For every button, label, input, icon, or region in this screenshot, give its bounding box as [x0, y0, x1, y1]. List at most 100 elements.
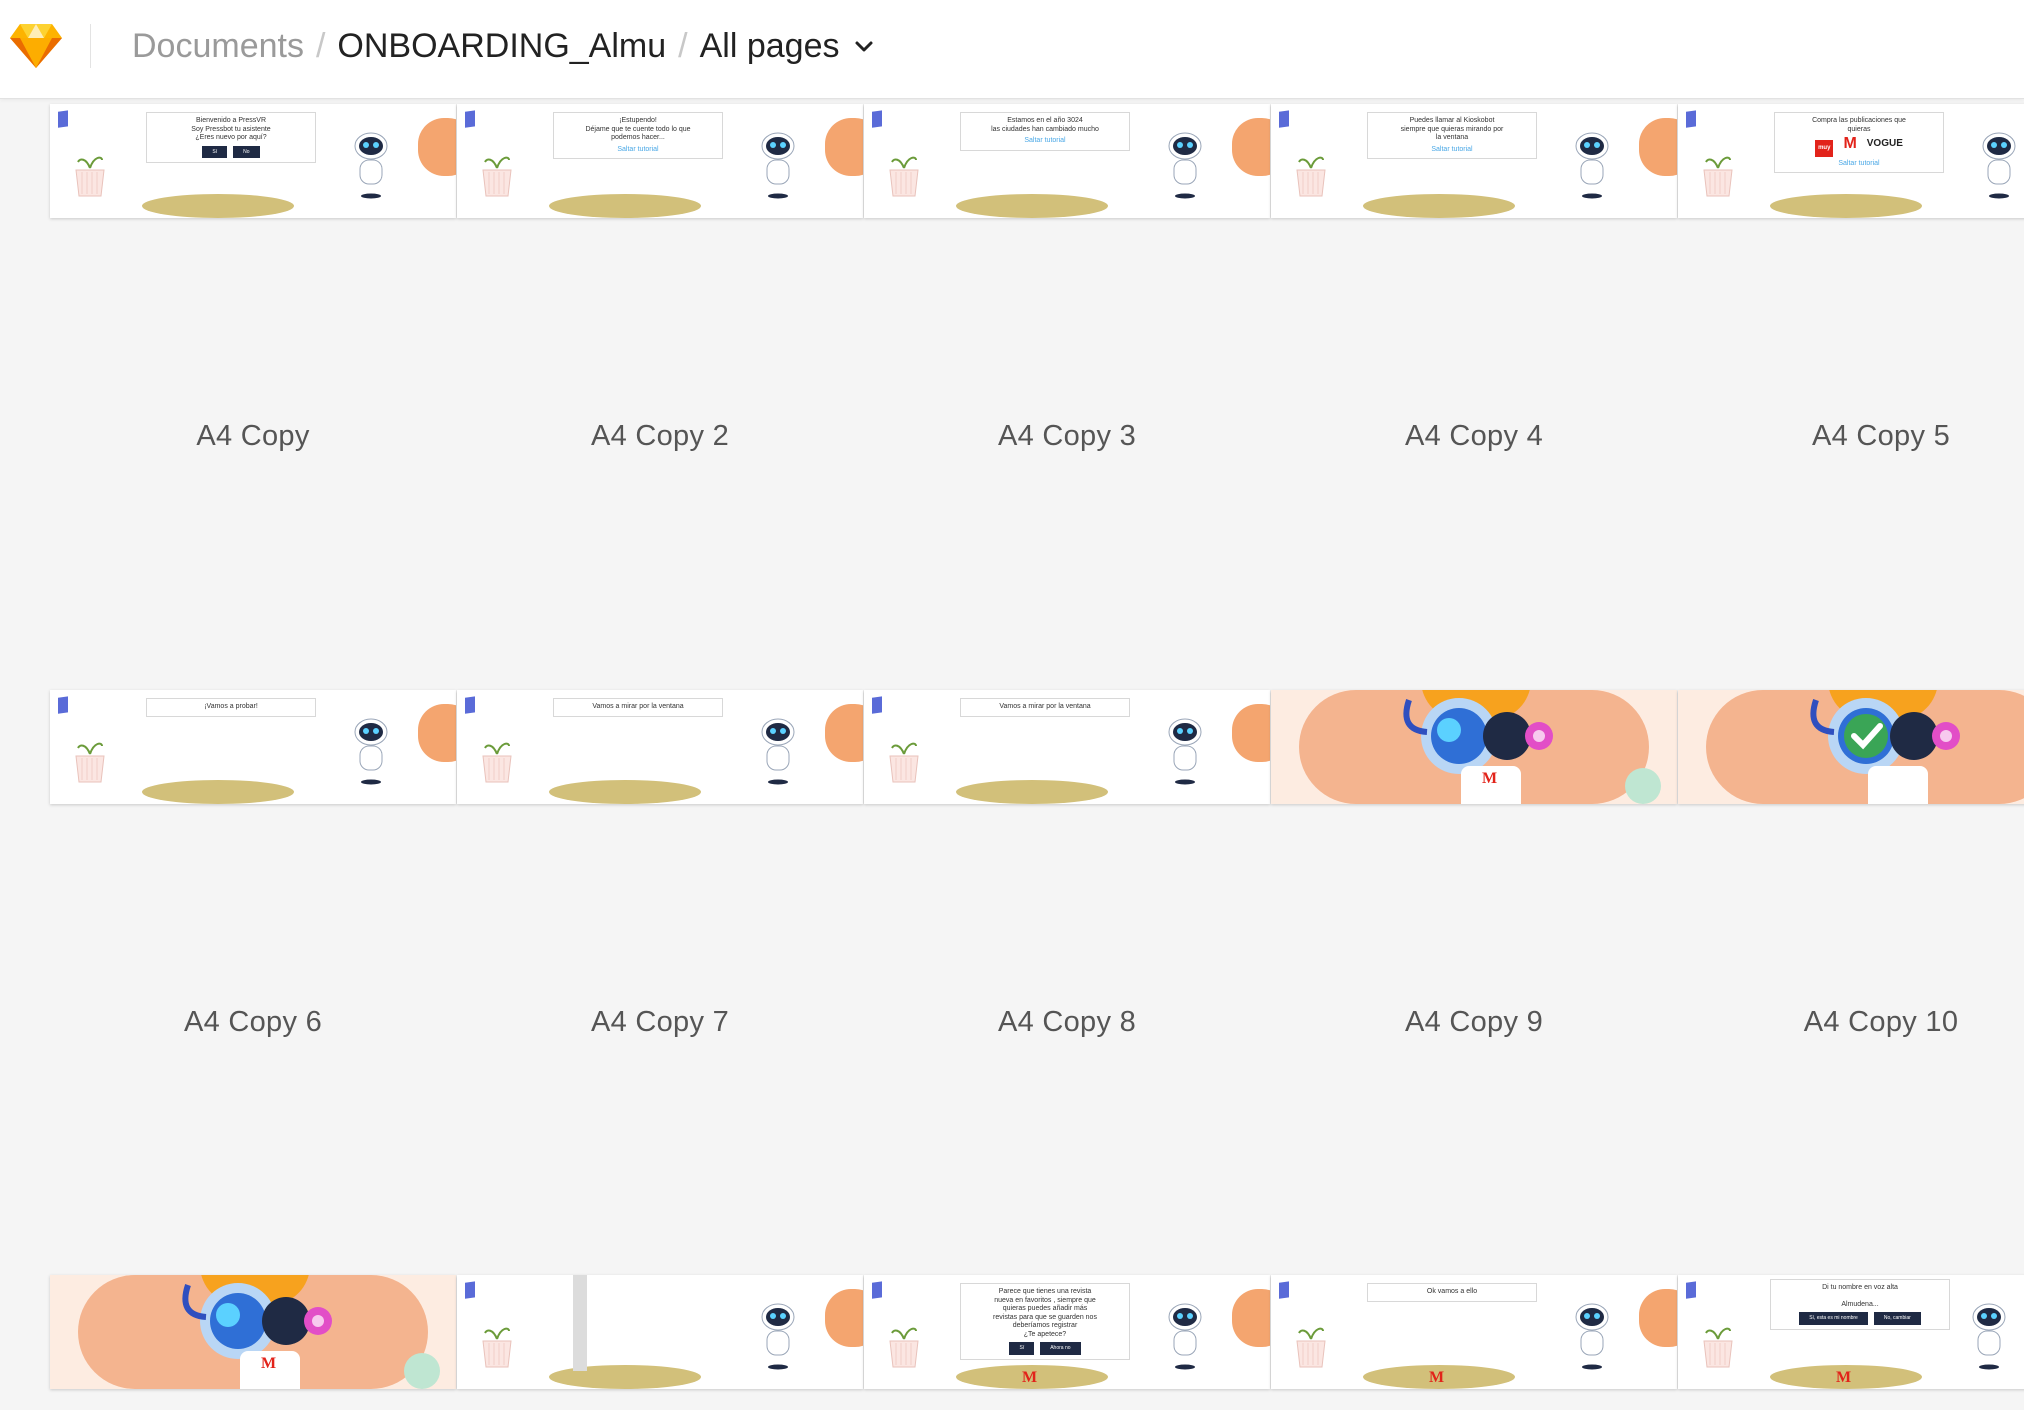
plant-pot-icon — [889, 156, 919, 197]
artboard-thumbnail[interactable]: Parece que tienes una revista nueva en fa… — [864, 1275, 1270, 1389]
bubble-text-line: nueva en favoritos , siempre que — [994, 1296, 1096, 1304]
window-decoration — [1232, 1289, 1270, 1347]
top-bar: Documents / ONBOARDING_Almu / All pages — [0, 0, 2024, 99]
pressbot-robot-icon — [1168, 132, 1202, 199]
skip-tutorial-link: Saltar tutorial — [1431, 145, 1473, 153]
artboard-thumbnail[interactable]: ¡Estupendo! Déjame que te cuente todo lo … — [457, 104, 863, 218]
skip-tutorial-link: Saltar tutorial — [617, 145, 659, 153]
kiosk-scene — [1678, 690, 2024, 804]
artboard-thumbnail[interactable]: Ok vamos a ello M — [1271, 1275, 1677, 1389]
bubble-text-line: Déjame que te cuente todo lo que — [585, 125, 691, 133]
artboard-thumbnail[interactable]: Puedes llamar al Kioskobot siempre que qu… — [1271, 104, 1677, 218]
artboard-thumbnail[interactable]: Estamos en el año 3024 las ciudades han c… — [864, 104, 1270, 218]
artboard-label[interactable]: A4 Copy 4 — [1271, 420, 1677, 453]
pressbot-robot-icon — [1168, 1303, 1202, 1370]
artboard-thumbnail[interactable] — [1678, 690, 2024, 804]
plant-pot-icon — [1703, 1327, 1733, 1368]
magazine-logo: muy — [1815, 140, 1834, 157]
book-icon — [1686, 1281, 1696, 1299]
artboard-thumbnail[interactable]: ¡Vamos a probar! — [50, 690, 456, 804]
breadcrumb: Documents / ONBOARDING_Almu / All pages — [132, 22, 875, 70]
artboard-grid: Bienvenido a PressVR Soy Pressbot tu asis… — [0, 0, 2024, 1410]
artboard-label[interactable]: A4 Copy 7 — [457, 1006, 863, 1039]
bubble-text-line: Estamos en el año 3024 — [1007, 117, 1083, 124]
bubble-text-line: revistas para que se guarden nos — [993, 1313, 1097, 1321]
speech-bubble: Vamos a mirar por la ventana — [553, 698, 723, 717]
book-icon — [1686, 110, 1696, 128]
bubble-text-line: la ventana — [1435, 134, 1469, 141]
bubble-text-line: Compra las publicaciones que — [1812, 117, 1906, 124]
sketch-logo-icon[interactable] — [8, 16, 64, 72]
bubble-text-line: Di tu nombre en voz alta — [1822, 1284, 1898, 1291]
window-decoration — [1232, 118, 1270, 176]
brand-badge: M — [1429, 1369, 1445, 1386]
window-decoration — [825, 1289, 863, 1347]
bubble-text-line: Parece que tienes una revista — [998, 1288, 1092, 1295]
bubble-text-line — [1776, 1293, 1944, 1301]
bubble-text-line: Almudena... — [1841, 1300, 1879, 1308]
window-decoration — [418, 704, 456, 762]
bubble-text-line: quieras puedes añadir más — [1002, 1305, 1088, 1312]
speech-bubble: Bienvenido a PressVR Soy Pressbot tu asis… — [146, 112, 316, 163]
plant-pot-icon — [482, 156, 512, 197]
skip-tutorial-link: Saltar tutorial — [1838, 159, 1880, 167]
book-icon — [872, 1281, 882, 1299]
kiosk-scene: M — [50, 1275, 456, 1389]
artboard-label[interactable]: A4 Copy 5 — [1678, 420, 2024, 453]
artboard-label[interactable]: A4 Copy 2 — [457, 420, 863, 453]
pressbot-robot-icon — [761, 718, 795, 785]
plant-pot-icon — [889, 742, 919, 783]
magazine-logo: VOGUE — [1866, 138, 1903, 149]
bubble-buttons: Sí No — [152, 145, 310, 158]
bubble-text-line: Ok vamos a ello — [1426, 1288, 1478, 1295]
window-decoration — [825, 118, 863, 176]
magazine-logo: M — [1843, 135, 1857, 152]
bubble-text-line: Bienvenido a PressVR — [195, 117, 267, 124]
floor-ellipse — [142, 780, 294, 804]
artboard-label[interactable]: A4 Copy 9 — [1271, 1006, 1677, 1039]
breadcrumb-separator: / — [315, 26, 326, 65]
pole-decoration — [573, 1275, 587, 1371]
artboard-label[interactable]: A4 Copy — [50, 420, 456, 453]
book-icon — [1279, 110, 1289, 128]
plant-pot-icon — [1703, 156, 1733, 197]
pages-dropdown[interactable]: All pages — [700, 27, 876, 66]
floor-ellipse — [549, 194, 701, 218]
artboard-thumbnail[interactable]: M — [50, 1275, 456, 1389]
pressbot-robot-icon — [1575, 132, 1609, 199]
artboard-label[interactable]: A4 Copy 10 — [1678, 1006, 2024, 1039]
artboard-thumbnail[interactable] — [457, 1275, 863, 1389]
artboard-thumbnail[interactable]: M — [1271, 690, 1677, 804]
plant-pot-icon — [75, 156, 105, 197]
breadcrumb-document-name[interactable]: ONBOARDING_Almu — [337, 27, 666, 66]
speech-bubble: Compra las publicaciones que quieras muy M V… — [1774, 112, 1944, 173]
speech-bubble: Puedes llamar al Kioskobot siempre que qu… — [1367, 112, 1537, 159]
bubble-text-line: podemos hacer... — [611, 134, 665, 141]
book-icon — [465, 696, 475, 714]
floor-ellipse — [142, 194, 294, 218]
artboard-label[interactable]: A4 Copy 8 — [864, 1006, 1270, 1039]
pressbot-robot-icon — [761, 1303, 795, 1370]
artboard-thumbnail[interactable]: Bienvenido a PressVR Soy Pressbot tu asis… — [50, 104, 456, 218]
breadcrumb-separator: / — [678, 26, 688, 65]
bubble-text-line: deberíamos registrar — [1012, 1322, 1078, 1329]
bubble-button: No — [233, 145, 260, 158]
breadcrumb-documents-link[interactable]: Documents — [132, 27, 304, 66]
artboard-label[interactable]: A4 Copy 3 — [864, 420, 1270, 453]
speech-bubble: ¡Vamos a probar! — [146, 698, 316, 717]
artboard-label[interactable]: A4 Copy 6 — [50, 1006, 456, 1039]
speech-bubble: Vamos a mirar por la ventana — [960, 698, 1130, 717]
artboard-thumbnail[interactable]: Di tu nombre en voz alta Almudena... Sí, e… — [1678, 1275, 2024, 1389]
brand-badge: M — [1022, 1369, 1038, 1386]
artboard-thumbnail[interactable]: Vamos a mirar por la ventana — [457, 690, 863, 804]
artboard-thumbnail[interactable]: Compra las publicaciones que quieras muy M V… — [1678, 104, 2024, 218]
floor-ellipse — [549, 780, 701, 804]
artboard-thumbnail[interactable]: Vamos a mirar por la ventana — [864, 690, 1270, 804]
floor-ellipse — [1363, 194, 1515, 218]
book-icon — [465, 1281, 475, 1299]
plant-pot-icon — [75, 742, 105, 783]
skip-tutorial-link: Saltar tutorial — [1024, 137, 1066, 144]
pressbot-robot-icon — [761, 132, 795, 199]
bubble-text-line: Puedes llamar al Kioskobot — [1409, 117, 1495, 124]
book-icon — [465, 110, 475, 128]
